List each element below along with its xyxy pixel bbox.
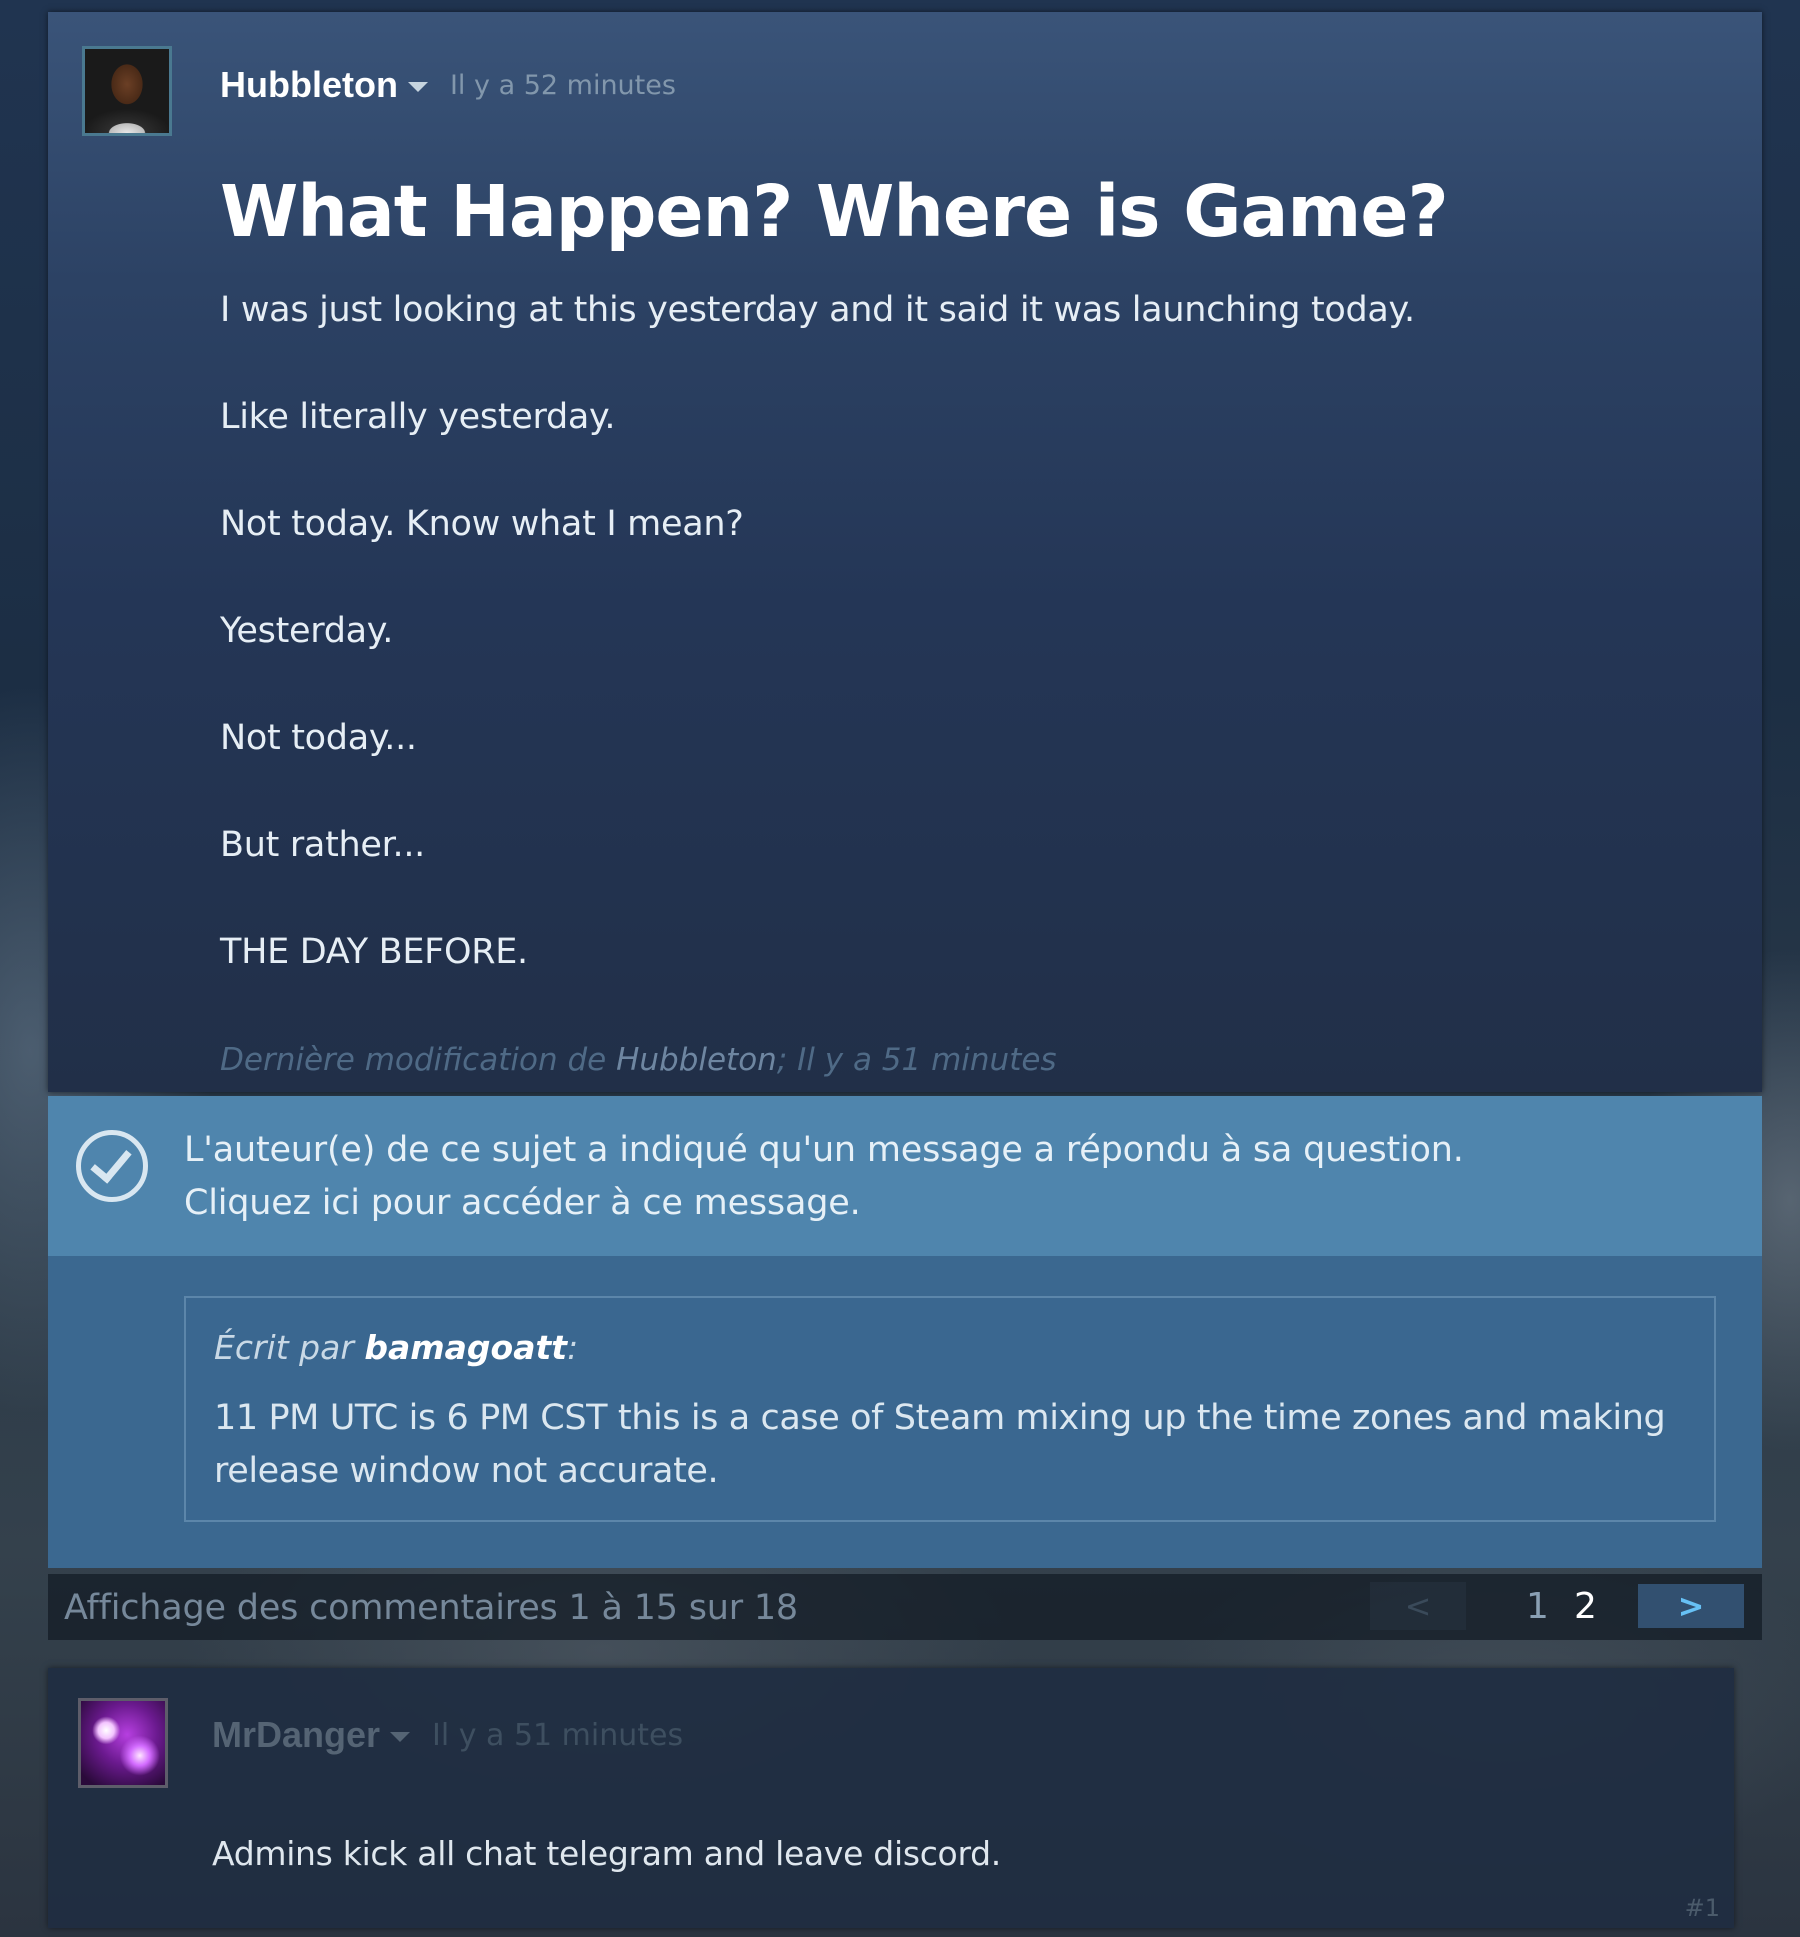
comment-body: Admins kick all chat telegram and leave … <box>212 1834 1001 1873</box>
author-avatar[interactable] <box>82 46 172 136</box>
author-row: Hubbleton Il y a 52 minutes <box>220 64 676 106</box>
quote-colon: : <box>567 1328 579 1367</box>
post-paragraph: Yesterday. <box>220 611 394 651</box>
comment-author-row: MrDanger Il y a 51 minutes <box>212 1714 683 1756</box>
post-body: I was just looking at this yesterday and… <box>220 288 1415 1037</box>
quote-header: Écrit par bamagoatt: <box>214 1328 578 1367</box>
page-link-1[interactable]: 1 <box>1526 1586 1549 1627</box>
answered-line-1: L'auteur(e) de ce sujet a indiqué qu'un … <box>184 1130 1464 1170</box>
author-dropdown-icon[interactable] <box>407 82 428 92</box>
comment-author-name[interactable]: MrDanger <box>212 1714 380 1756</box>
edit-suffix: ; Il y a 51 minutes <box>776 1042 1057 1078</box>
post-timestamp: Il y a 52 minutes <box>449 69 676 101</box>
comment-timestamp: Il y a 51 minutes <box>432 1717 684 1753</box>
comments-pagination: Affichage des commentaires 1 à 15 sur 18… <box>48 1574 1762 1640</box>
forum-thread: Hubbleton Il y a 52 minutes What Happen?… <box>48 12 1762 1928</box>
quote-body: 11 PM UTC is 6 PM CST this is a case of … <box>214 1392 1666 1498</box>
edit-author: Hubbleton <box>616 1042 777 1078</box>
author-dropdown-icon[interactable] <box>390 1732 411 1742</box>
quote-line: 11 PM UTC is 6 PM CST this is a case of … <box>214 1398 1666 1438</box>
answered-line-2[interactable]: Cliquez ici pour accéder à ce message. <box>184 1177 1464 1230</box>
thread-title: What Happen? Where is Game? <box>220 170 1449 253</box>
answered-banner[interactable]: L'auteur(e) de ce sujet a indiqué qu'un … <box>48 1096 1762 1256</box>
avatar-image <box>85 49 169 133</box>
pagination-info: Affichage des commentaires 1 à 15 sur 18 <box>64 1588 798 1628</box>
author-name[interactable]: Hubbleton <box>220 64 398 106</box>
page-link-2-current: 2 <box>1574 1586 1597 1627</box>
post-paragraph: Like literally yesterday. <box>220 397 616 437</box>
comment: MrDanger Il y a 51 minutes Admins kick a… <box>48 1668 1734 1928</box>
original-post: Hubbleton Il y a 52 minutes What Happen?… <box>48 12 1762 1092</box>
post-paragraph: I was just looking at this yesterday and… <box>220 290 1415 330</box>
post-paragraph: Not today. Know what I mean? <box>220 504 744 544</box>
quote-written-by: Écrit par <box>214 1328 365 1367</box>
check-circle-icon <box>76 1130 148 1202</box>
previous-page-button: < <box>1370 1582 1466 1630</box>
avatar-image <box>81 1701 165 1785</box>
post-paragraph: THE DAY BEFORE. <box>220 932 528 972</box>
answer-quote: Écrit par bamagoatt: 11 PM UTC is 6 PM C… <box>184 1296 1716 1522</box>
last-edit-note: Dernière modification de Hubbleton; Il y… <box>220 1042 1057 1078</box>
answered-text: L'auteur(e) de ce sujet a indiqué qu'un … <box>184 1124 1464 1230</box>
edit-prefix: Dernière modification de <box>220 1042 617 1078</box>
quote-author: bamagoatt <box>364 1328 568 1367</box>
commenter-avatar[interactable] <box>78 1698 168 1788</box>
quote-line: release window not accurate. <box>214 1451 719 1491</box>
post-paragraph: But rather... <box>220 825 425 865</box>
comment-number[interactable]: #1 <box>1685 1894 1720 1922</box>
answer-panel: Écrit par bamagoatt: 11 PM UTC is 6 PM C… <box>48 1256 1762 1568</box>
next-page-button[interactable]: > <box>1638 1584 1744 1628</box>
post-paragraph: Not today... <box>220 718 417 758</box>
